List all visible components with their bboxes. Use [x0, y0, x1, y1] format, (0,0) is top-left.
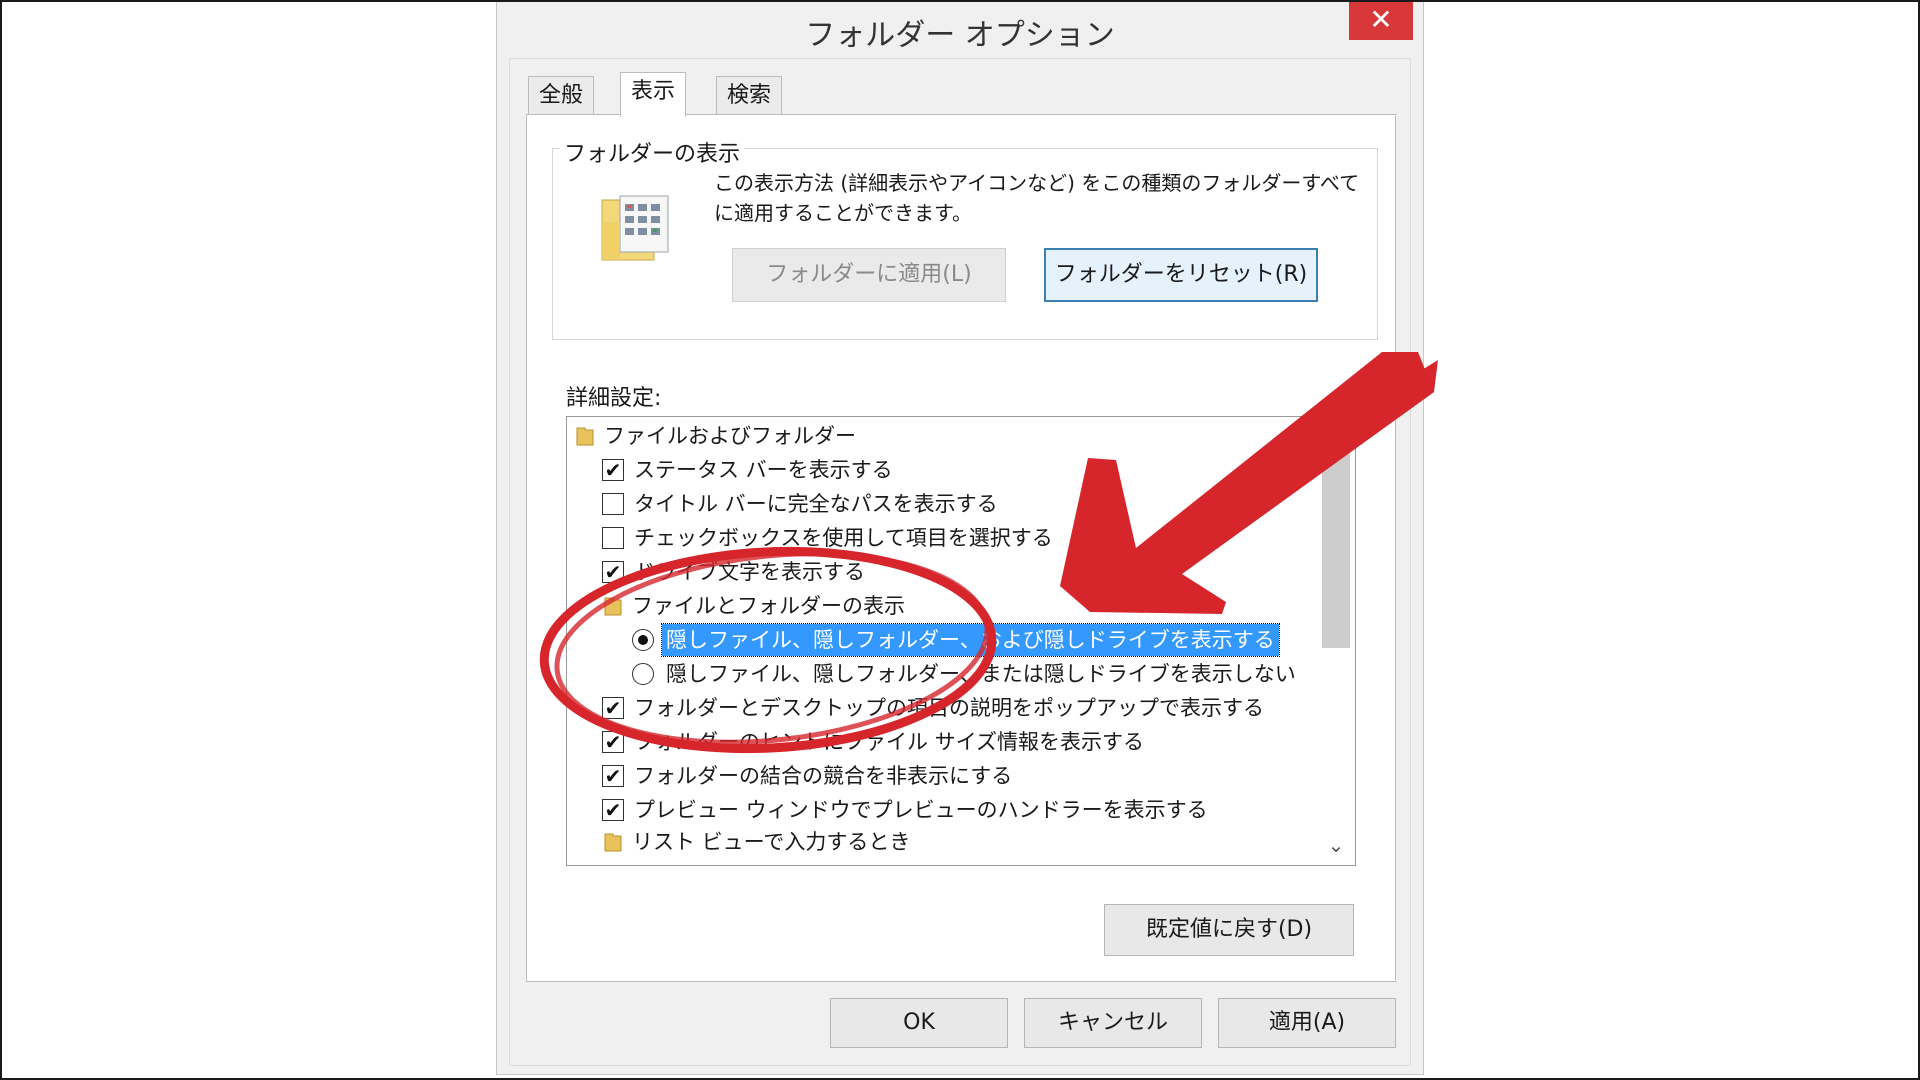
- tree-item-label: ファイルおよびフォルダー: [604, 424, 856, 448]
- apply-button[interactable]: 適用(A): [1218, 998, 1396, 1048]
- dialog-title: フォルダー オプション: [805, 18, 1115, 53]
- reset-folders-button[interactable]: フォルダーをリセット(R): [1044, 248, 1318, 302]
- checkbox[interactable]: ✔: [602, 731, 624, 753]
- setting-label: タイトル バーに完全なパスを表示する: [634, 492, 998, 516]
- setting-label: フォルダーのヒントにファイル サイズ情報を表示する: [634, 730, 1145, 754]
- folder-icon: [604, 833, 622, 852]
- apply-to-folders-button[interactable]: フォルダーに適用(L): [732, 248, 1006, 302]
- tab-view[interactable]: 表示: [620, 72, 687, 117]
- checkbox[interactable]: [602, 527, 624, 549]
- checkbox[interactable]: ✔: [602, 561, 624, 583]
- setting-label: フォルダーの結合の競合を非表示にする: [634, 764, 1013, 788]
- checkbox[interactable]: [602, 493, 624, 515]
- scroll-down-arrow-icon[interactable]: ⌄: [1322, 830, 1350, 860]
- setting-label: ステータス バーを表示する: [634, 458, 893, 482]
- setting-label: 隠しファイル、隠しフォルダー、および隠しドライブを表示する: [661, 623, 1280, 657]
- checkbox[interactable]: ✔: [602, 765, 624, 787]
- tab-search[interactable]: 検索: [716, 76, 783, 115]
- folder-view-description: この表示方法 (詳細表示やアイコンなど) をこの種類のフォルダーすべてに適用する…: [714, 171, 1360, 225]
- folder-icon: [576, 427, 594, 446]
- tree-item-label: リスト ビューで入力するとき: [632, 830, 911, 854]
- checkbox[interactable]: ✔: [602, 459, 624, 481]
- radio-button[interactable]: [632, 663, 654, 685]
- close-button[interactable]: ✕: [1349, 0, 1413, 40]
- checkbox[interactable]: ✔: [602, 799, 624, 821]
- cancel-button[interactable]: キャンセル: [1024, 998, 1202, 1048]
- folder-icon: [604, 597, 622, 616]
- tree-item-label: ファイルとフォルダーの表示: [632, 594, 905, 618]
- restore-defaults-button[interactable]: 既定値に戻す(D): [1104, 904, 1354, 956]
- checkbox[interactable]: ✔: [602, 697, 624, 719]
- setting-label: プレビュー ウィンドウでプレビューのハンドラーを表示する: [634, 798, 1208, 822]
- folder-view-icon: [601, 195, 669, 261]
- setting-label: チェックボックスを使用して項目を選択する: [634, 526, 1053, 550]
- tab-general[interactable]: 全般: [528, 76, 595, 115]
- radio-button[interactable]: [632, 629, 654, 651]
- ok-button[interactable]: OK: [830, 998, 1008, 1048]
- setting-label: ドライブ文字を表示する: [634, 560, 865, 584]
- setting-label: 隠しファイル、隠しフォルダー、または隠しドライブを表示しない: [666, 662, 1296, 686]
- advanced-settings-label: 詳細設定:: [566, 386, 662, 411]
- folder-view-group-label: フォルダーの表示: [560, 136, 745, 168]
- scrollbar-thumb[interactable]: [1322, 452, 1350, 648]
- setting-label: フォルダーとデスクトップの項目の説明をポップアップで表示する: [634, 696, 1264, 720]
